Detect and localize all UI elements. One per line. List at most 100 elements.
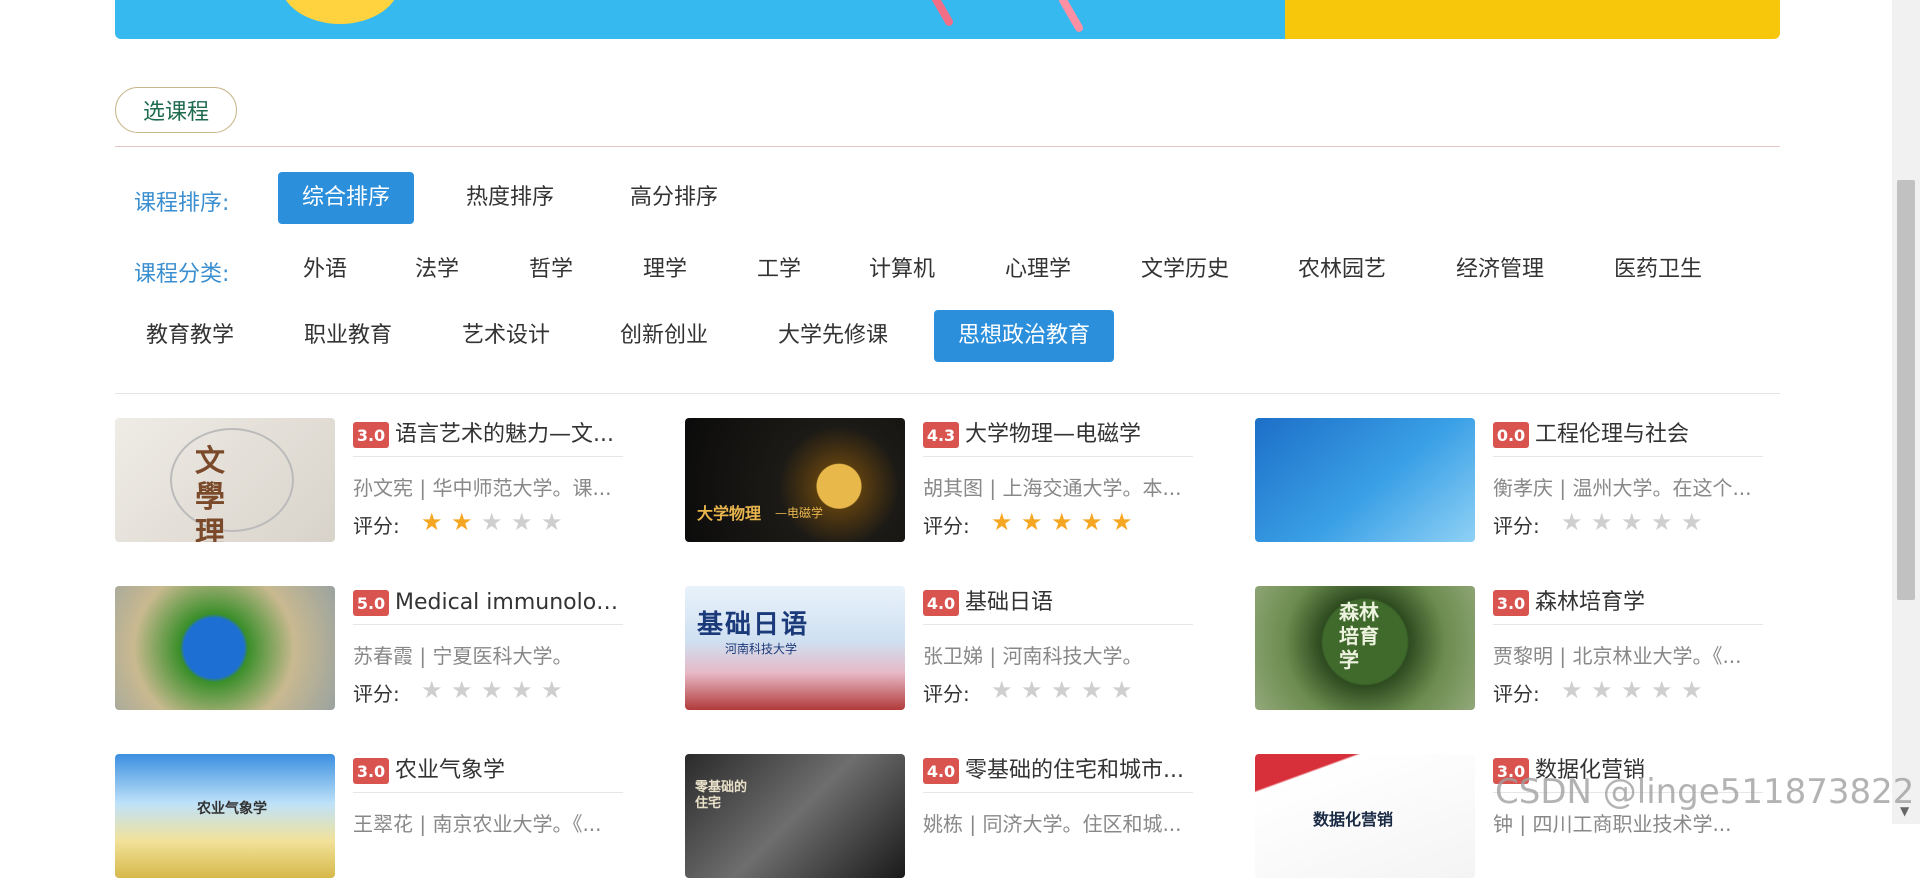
watermark: CSDN @linge511873822: [1495, 772, 1915, 812]
category-option[interactable]: 创新创业: [596, 310, 732, 362]
card-divider: [923, 456, 1193, 457]
star-icon: ★: [421, 508, 443, 536]
top-banner[interactable]: [115, 0, 1780, 39]
rating-label: 评分:: [923, 682, 970, 706]
rating-label: 评分:: [353, 514, 400, 538]
score-badge: 4.0: [923, 758, 959, 784]
category-option[interactable]: 心理学: [981, 244, 1095, 296]
category-option[interactable]: 外语: [279, 244, 371, 296]
course-card[interactable]: 0.0 工程伦理与社会 衡孝庆 | 温州大学。在这个... 评分: ★ ★ ★ ★ ★: [1255, 418, 1763, 542]
thumb-caption: 基础日语: [697, 610, 810, 640]
star-icon: ★: [481, 676, 503, 704]
course-teacher-school: 孙文宪 | 华中师范大学。课...: [353, 476, 612, 500]
star-icon: ★: [481, 508, 503, 536]
star-icon: ★: [1621, 508, 1643, 536]
course-title[interactable]: Medical immunolog...: [395, 586, 620, 620]
star-icon: ★: [1021, 676, 1043, 704]
category-option[interactable]: 教育教学: [122, 310, 258, 362]
star-rating: ★ ★ ★ ★ ★: [1561, 508, 1711, 536]
section-title-select-course: 选课程: [115, 87, 237, 133]
card-divider: [1493, 456, 1763, 457]
course-title[interactable]: 语言艺术的魅力—文...: [395, 418, 620, 452]
category-option[interactable]: 职业教育: [280, 310, 416, 362]
course-title[interactable]: 农业气象学: [395, 754, 620, 788]
scrollbar-thumb[interactable]: [1897, 180, 1915, 600]
star-icon: ★: [1561, 508, 1583, 536]
star-rating: ★ ★ ★ ★ ★: [421, 508, 571, 536]
rating-label: 评分:: [353, 682, 400, 706]
course-title[interactable]: 基础日语: [965, 586, 1190, 620]
section-divider: [115, 146, 1780, 147]
star-icon: ★: [1591, 508, 1613, 536]
course-title[interactable]: 大学物理—电磁学: [965, 418, 1190, 452]
course-teacher-school: 苏春霞 | 宁夏医科大学。: [353, 644, 573, 668]
course-thumbnail[interactable]: [1255, 418, 1475, 542]
thumb-caption: 文 學 理 論: [195, 444, 225, 542]
score-badge: 4.3: [923, 422, 959, 448]
star-icon: ★: [451, 508, 473, 536]
category-option[interactable]: 艺术设计: [438, 310, 574, 362]
star-icon: ★: [1591, 676, 1613, 704]
course-thumbnail[interactable]: 大学物理 —电磁学: [685, 418, 905, 542]
thumb-caption: 零基础的住宅: [695, 780, 748, 811]
category-option[interactable]: 哲学: [505, 244, 597, 296]
vertical-scrollbar[interactable]: ▼: [1892, 0, 1920, 824]
category-option[interactable]: 医药卫生: [1590, 244, 1726, 296]
course-thumbnail[interactable]: 零基础的住宅: [685, 754, 905, 878]
category-option-active[interactable]: 思想政治教育: [934, 310, 1115, 362]
star-icon: ★: [541, 676, 563, 704]
category-option[interactable]: 工学: [733, 244, 825, 296]
category-option[interactable]: 理学: [619, 244, 711, 296]
course-thumbnail[interactable]: 数据化营销: [1255, 754, 1475, 878]
star-rating: ★ ★ ★ ★ ★: [1561, 676, 1711, 704]
course-title[interactable]: 零基础的住宅和城市...: [965, 754, 1190, 788]
category-option[interactable]: 大学先修课: [754, 310, 912, 362]
course-thumbnail[interactable]: [115, 586, 335, 710]
course-thumbnail[interactable]: 森林培育学: [1255, 586, 1475, 710]
card-divider: [353, 624, 623, 625]
course-card[interactable]: 森林培育学 3.0 森林培育学 贾黎明 | 北京林业大学。《... 评分: ★ ★…: [1255, 586, 1763, 710]
category-option[interactable]: 计算机: [845, 244, 959, 296]
course-card[interactable]: 零基础的住宅 4.0 零基础的住宅和城市... 姚栋 | 同济大学。住区和城..…: [685, 754, 1193, 878]
course-teacher-school: 张卫娣 | 河南科技大学。: [923, 644, 1143, 668]
category-label: 课程分类:: [134, 262, 230, 287]
score-badge: 3.0: [353, 422, 389, 448]
rating-label: 评分:: [1493, 514, 1540, 538]
course-thumbnail[interactable]: 文 學 理 論: [115, 418, 335, 542]
thumb-caption: 森林培育学: [1339, 600, 1379, 672]
course-thumbnail[interactable]: 农业气象学: [115, 754, 335, 878]
category-option[interactable]: 经济管理: [1432, 244, 1568, 296]
rating-label: 评分:: [923, 514, 970, 538]
star-icon: ★: [1561, 676, 1583, 704]
course-card[interactable]: 大学物理 —电磁学 4.3 大学物理—电磁学 胡其图 | 上海交通大学。本...…: [685, 418, 1193, 542]
category-option[interactable]: 文学历史: [1117, 244, 1253, 296]
star-rating: ★ ★ ★ ★ ★: [991, 676, 1141, 704]
sort-option-comprehensive[interactable]: 综合排序: [278, 172, 415, 224]
star-rating: ★ ★ ★ ★ ★: [991, 508, 1141, 536]
card-divider: [353, 456, 623, 457]
star-icon: ★: [991, 676, 1013, 704]
thumb-caption: 数据化营销: [1313, 810, 1394, 829]
star-icon: ★: [511, 676, 533, 704]
rating-label: 评分:: [1493, 682, 1540, 706]
score-badge: 5.0: [353, 590, 389, 616]
star-icon: ★: [1051, 508, 1073, 536]
course-thumbnail[interactable]: 基础日语 河南科技大学: [685, 586, 905, 710]
sort-option-popularity[interactable]: 热度排序: [442, 172, 578, 224]
star-icon: ★: [1681, 508, 1703, 536]
course-title[interactable]: 森林培育学: [1535, 586, 1760, 620]
course-title[interactable]: 工程伦理与社会: [1535, 418, 1760, 452]
sort-option-high-score[interactable]: 高分排序: [606, 172, 742, 224]
category-option[interactable]: 法学: [391, 244, 483, 296]
thumb-subcaption: 河南科技大学: [725, 642, 798, 656]
course-card[interactable]: 农业气象学 3.0 农业气象学 王翠花 | 南京农业大学。《...: [115, 754, 623, 878]
course-card[interactable]: 基础日语 河南科技大学 4.0 基础日语 张卫娣 | 河南科技大学。 评分: ★…: [685, 586, 1193, 710]
banner-yellow-panel: [1285, 0, 1780, 39]
course-card[interactable]: 文 學 理 論 3.0 语言艺术的魅力—文... 孙文宪 | 华中师范大学。课.…: [115, 418, 623, 542]
course-card[interactable]: 5.0 Medical immunolog... 苏春霞 | 宁夏医科大学。 评…: [115, 586, 623, 710]
star-icon: ★: [1081, 508, 1103, 536]
category-option[interactable]: 农林园艺: [1274, 244, 1410, 296]
score-badge: 4.0: [923, 590, 959, 616]
star-icon: ★: [1111, 676, 1133, 704]
score-badge: 3.0: [353, 758, 389, 784]
